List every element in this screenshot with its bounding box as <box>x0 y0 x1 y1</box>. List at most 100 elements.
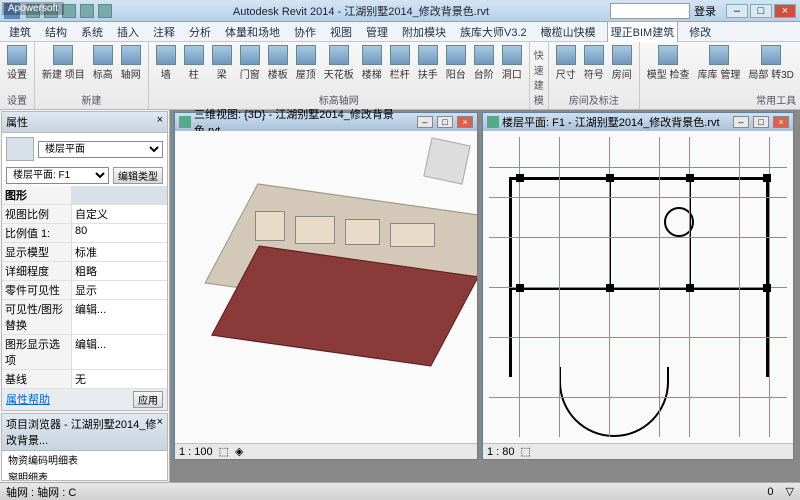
view3d-tool-icon[interactable]: ◈ <box>235 445 243 458</box>
browser-tree[interactable]: 物资编码明细表窗明细表结构柱明细表视图列表部件明细表门明细表面积明细表 (防火分… <box>2 451 167 481</box>
ribbon-button[interactable]: 符号 <box>581 44 607 82</box>
property-value[interactable]: 80 <box>72 224 167 242</box>
property-row[interactable]: 详细程度粗略 <box>2 262 167 281</box>
tab-11[interactable]: 族库大师V3.2 <box>457 22 530 42</box>
search-input[interactable] <box>610 3 690 19</box>
tab-0[interactable]: 建筑 <box>6 22 34 42</box>
property-value[interactable]: 自定义 <box>72 205 167 223</box>
ribbon-group-4: 尺寸符号房间房间及标注 <box>549 42 640 109</box>
ribbon-button-icon <box>502 45 522 65</box>
ribbon-button[interactable]: 设置 <box>4 44 30 82</box>
instance-selector[interactable]: 楼层平面: F1 <box>6 167 109 184</box>
login-link[interactable]: 登录 <box>694 3 716 19</box>
status-hint: 轴网 : 轴网 : C <box>6 484 76 500</box>
property-value[interactable]: 编辑... <box>72 335 167 369</box>
ribbon-button[interactable]: 柱 <box>181 44 207 82</box>
ribbon-button[interactable]: 轴网 <box>118 44 144 82</box>
ribbon-button[interactable]: 洞口 <box>499 44 525 82</box>
tab-12[interactable]: 橄榄山快模 <box>538 22 599 42</box>
property-row[interactable]: 基线无 <box>2 370 167 389</box>
viewcube-icon[interactable] <box>423 137 470 184</box>
ribbon-button[interactable]: 尺寸 <box>553 44 579 82</box>
viewplan-close-button[interactable]: × <box>773 116 789 128</box>
property-row[interactable]: 视图比例自定义 <box>2 205 167 224</box>
tab-14[interactable]: 修改 <box>686 22 714 42</box>
property-value[interactable]: 标准 <box>72 243 167 261</box>
ribbon-group-label: 房间及标注 <box>553 91 635 107</box>
ribbon-button[interactable]: 楼梯 <box>359 44 385 82</box>
viewplan-max-button[interactable]: □ <box>753 116 769 128</box>
property-value[interactable]: 无 <box>72 370 167 388</box>
ribbon-button-icon <box>268 45 288 65</box>
ribbon-group-5: 模型 检查库库 管理局部 转3D构件 搜索明细 表导出常用工具 <box>640 42 800 109</box>
viewplan-tool-icon[interactable]: ⬚ <box>521 445 531 458</box>
tab-8[interactable]: 视图 <box>327 22 355 42</box>
view3d-canvas[interactable] <box>175 131 477 443</box>
view3d-tool-icon[interactable]: ⬚ <box>219 445 229 458</box>
ribbon-button[interactable]: 新建 项目 <box>39 44 88 82</box>
tab-6[interactable]: 体量和场地 <box>222 22 283 42</box>
property-value[interactable]: 编辑... <box>72 300 167 334</box>
view3d-max-button[interactable]: □ <box>437 116 453 128</box>
tab-4[interactable]: 注释 <box>150 22 178 42</box>
tab-9[interactable]: 管理 <box>363 22 391 42</box>
property-value[interactable]: 显示 <box>72 281 167 299</box>
ribbon-button[interactable]: 台阶 <box>471 44 497 82</box>
maximize-button[interactable]: □ <box>750 4 772 18</box>
browser-item[interactable]: 窗明细表 <box>2 468 167 481</box>
ribbon-button[interactable]: 标高 <box>90 44 116 82</box>
properties-help-link[interactable]: 属性帮助 <box>6 391 50 408</box>
close-button[interactable]: × <box>774 4 796 18</box>
viewplan-canvas[interactable] <box>483 131 793 443</box>
tab-2[interactable]: 系统 <box>78 22 106 42</box>
property-row[interactable]: 比例值 1:80 <box>2 224 167 243</box>
minimize-button[interactable]: – <box>726 4 748 18</box>
qat-print-icon[interactable] <box>98 4 112 18</box>
tab-5[interactable]: 分析 <box>186 22 214 42</box>
ribbon-button[interactable]: 梁 <box>209 44 235 82</box>
qat-redo-icon[interactable] <box>80 4 94 18</box>
view3d-close-button[interactable]: × <box>457 116 473 128</box>
ribbon-button[interactable]: 扶手 <box>415 44 441 82</box>
status-filter-icon[interactable]: ▽ <box>786 485 794 498</box>
ribbon-button[interactable]: 局部 转3D <box>745 44 797 82</box>
ribbon-button-icon <box>362 45 382 65</box>
view-plan-window[interactable]: 楼层平面: F1 - 江湖别墅2014_修改背景色.rvt – □ × <box>482 112 794 460</box>
apply-button[interactable]: 应用 <box>133 391 163 408</box>
ribbon-button[interactable]: 门窗 <box>237 44 263 82</box>
view3d-scale[interactable]: 1 : 100 <box>179 446 213 458</box>
ribbon-button[interactable]: 库库 管理 <box>695 44 744 82</box>
tab-10[interactable]: 附加模块 <box>399 22 449 42</box>
viewplan-statusbar: 1 : 80 ⬚ <box>483 443 793 459</box>
ribbon-button-label: 楼板 <box>268 66 288 81</box>
viewplan-min-button[interactable]: – <box>733 116 749 128</box>
tab-3[interactable]: 插入 <box>114 22 142 42</box>
tab-7[interactable]: 协作 <box>291 22 319 42</box>
browser-close-icon[interactable]: × <box>157 416 163 448</box>
ribbon-button-icon <box>329 45 349 65</box>
ribbon-button[interactable]: 栏杆 <box>387 44 413 82</box>
property-row[interactable]: 可见性/图形替换编辑... <box>2 300 167 335</box>
ribbon-button[interactable]: 墙 <box>153 44 179 82</box>
ribbon-button[interactable]: 阳台 <box>443 44 469 82</box>
tab-1[interactable]: 结构 <box>42 22 70 42</box>
view-3d-window[interactable]: 三维视图: {3D} - 江湖别墅2014_修改背景色.rvt – □ × <box>174 112 478 460</box>
qat-undo-icon[interactable] <box>62 4 76 18</box>
properties-close-icon[interactable]: × <box>157 114 163 130</box>
ribbon-button[interactable]: 模型 检查 <box>644 44 693 82</box>
type-selector[interactable]: 楼层平面 <box>38 141 163 158</box>
ribbon-button[interactable]: 屋顶 <box>293 44 319 82</box>
ribbon-button[interactable]: 天花板 <box>321 44 357 82</box>
ribbon-button[interactable]: 房间 <box>609 44 635 82</box>
ribbon-button[interactable]: 楼板 <box>265 44 291 82</box>
edit-type-button[interactable]: 编辑类型 <box>113 167 163 184</box>
viewplan-scale[interactable]: 1 : 80 <box>487 446 515 458</box>
property-row[interactable]: 显示模型标准 <box>2 243 167 262</box>
property-row[interactable]: 图形显示选项编辑... <box>2 335 167 370</box>
property-row[interactable]: 零件可见性显示 <box>2 281 167 300</box>
browser-item[interactable]: 物资编码明细表 <box>2 451 167 468</box>
tab-13[interactable]: 理正BIM建筑 <box>607 21 679 42</box>
status-bar: 轴网 : 轴网 : C 0 ▽ <box>0 482 800 500</box>
view3d-min-button[interactable]: – <box>417 116 433 128</box>
property-value[interactable]: 粗略 <box>72 262 167 280</box>
